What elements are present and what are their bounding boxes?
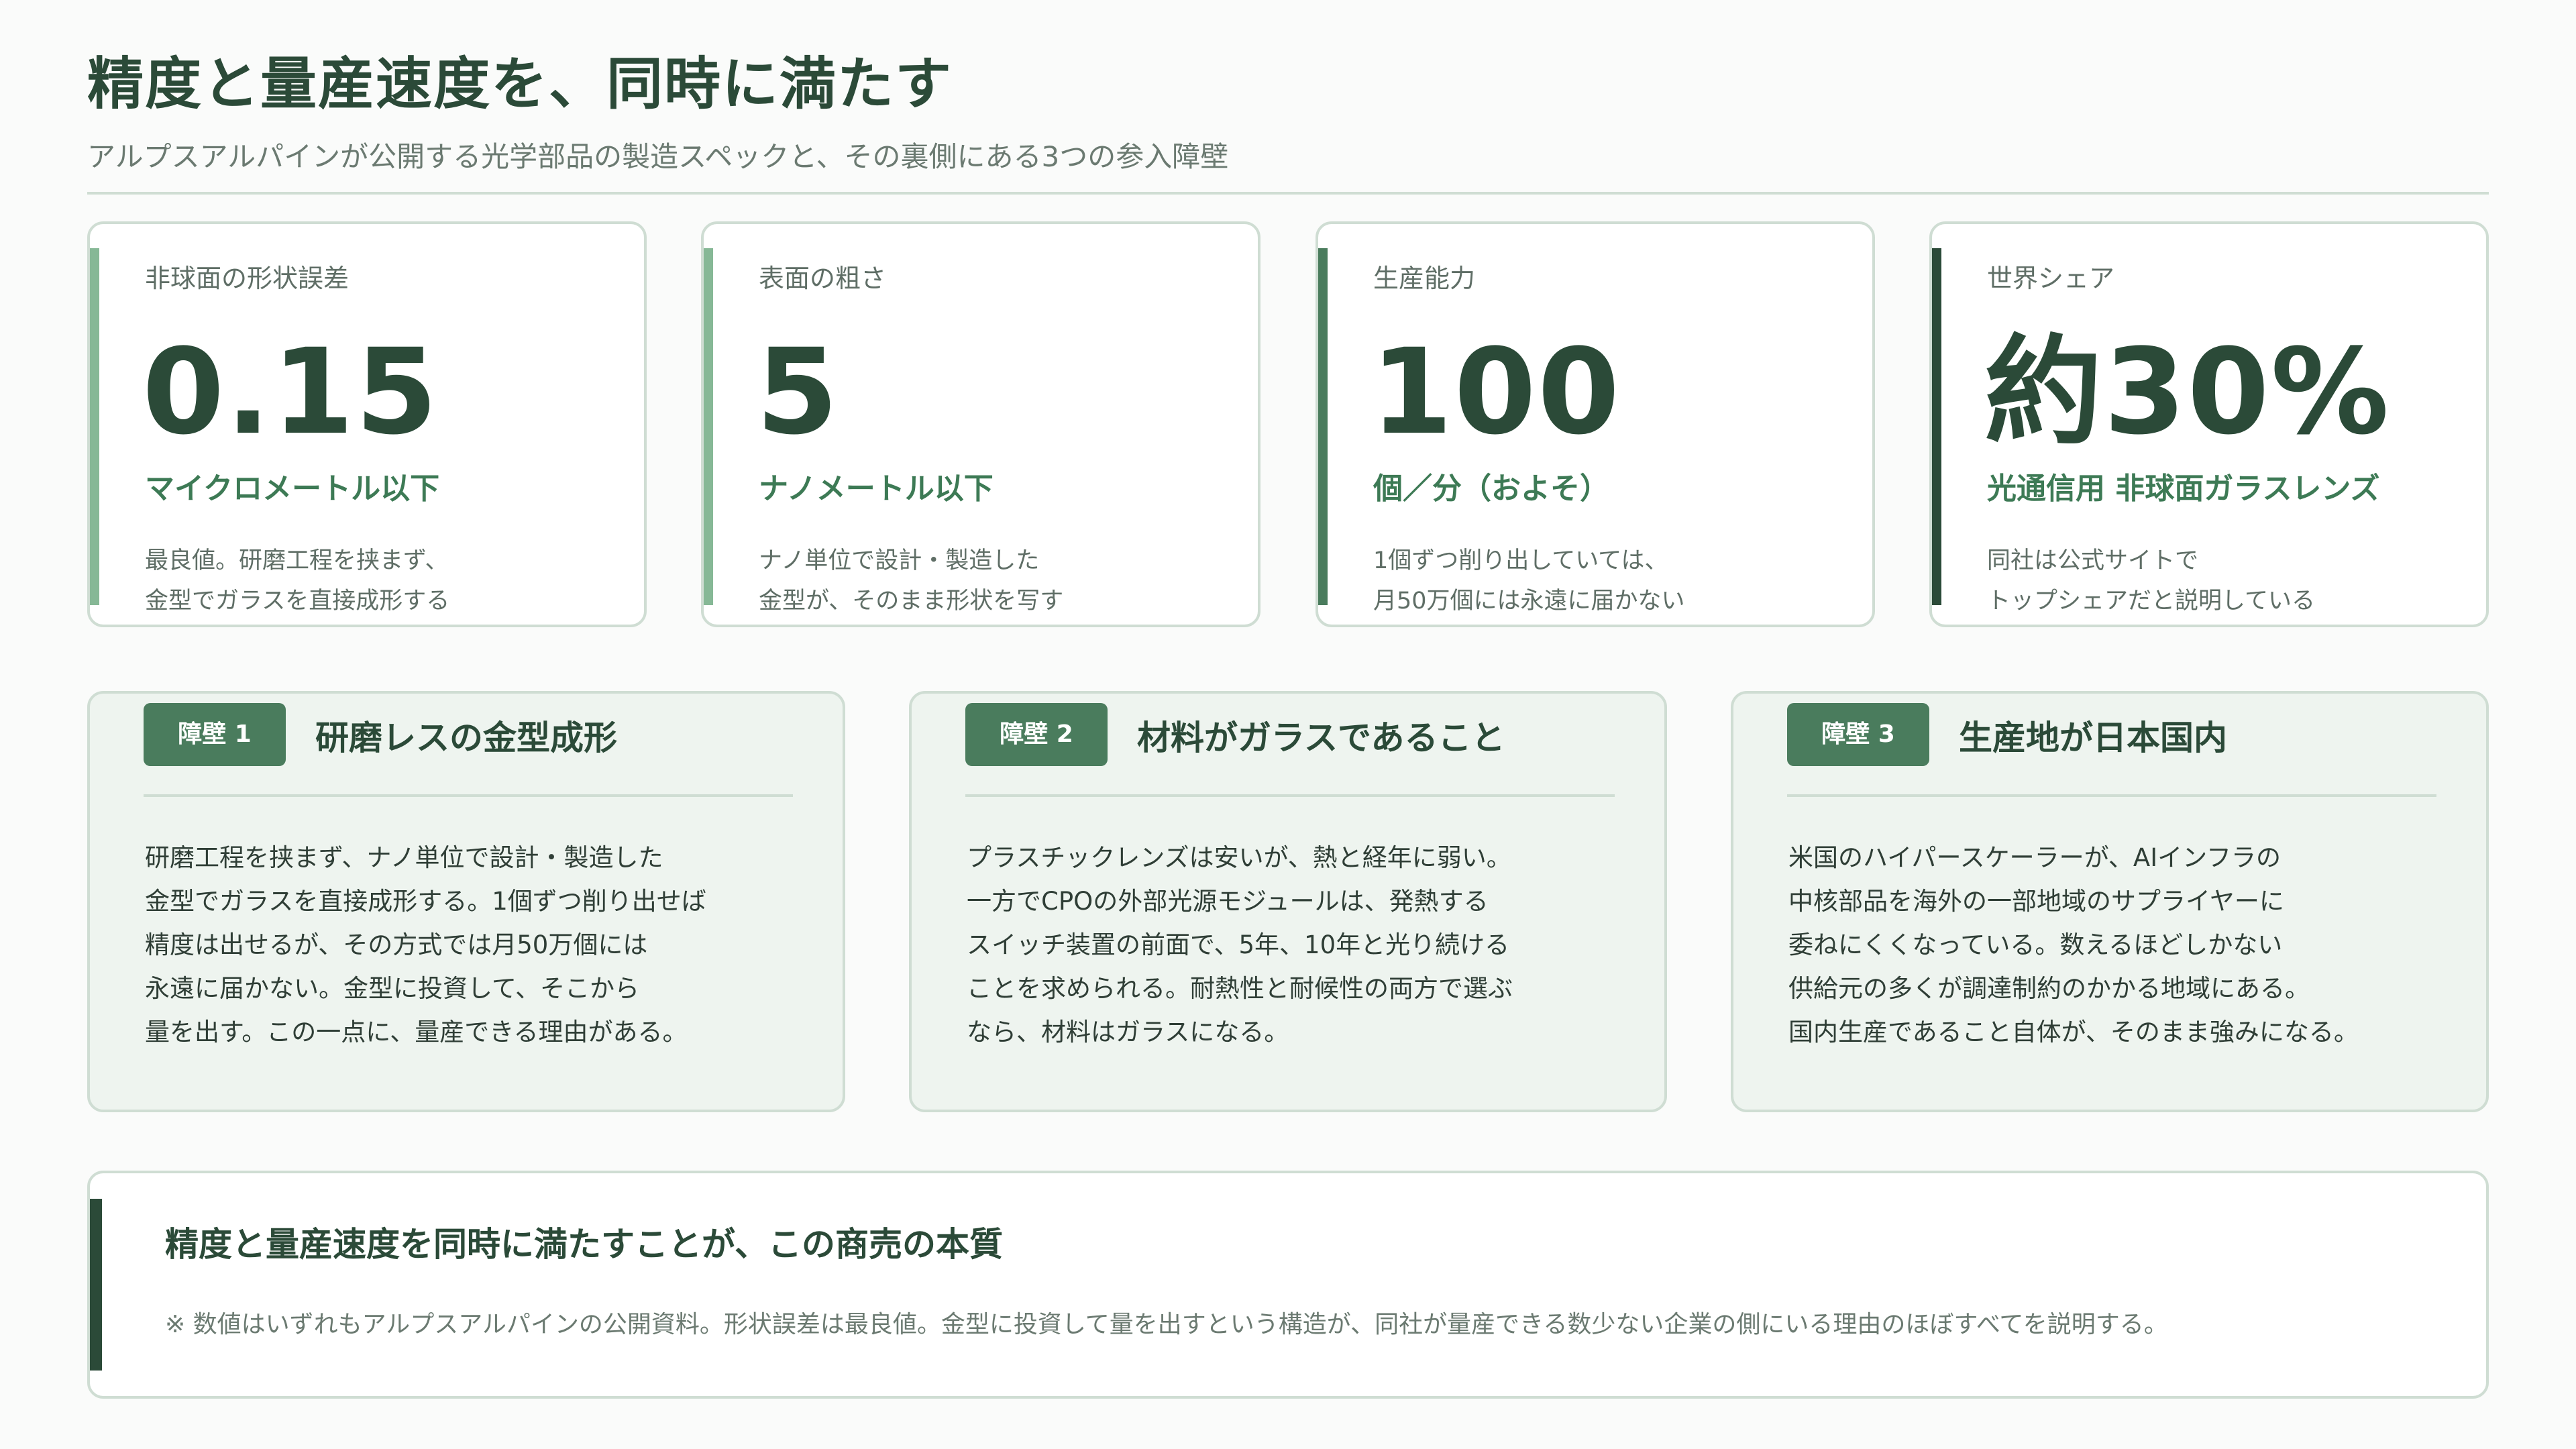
card-accent-bar xyxy=(704,248,713,605)
stat-note: 同社は公式サイトで トップシェアだと説明している xyxy=(1987,541,2315,621)
barrier-divider xyxy=(1787,794,2436,797)
barrier-body: プラスチックレンズは安いが、熱と経年に弱い。 一方でCPOの外部光源モジュールは… xyxy=(967,836,1513,1054)
barrier-card-1: 障壁 1 研磨レスの金型成形 研磨工程を挟まず、ナノ単位で設計・製造した 金型で… xyxy=(87,691,845,1112)
barrier-tag: 障壁 3 xyxy=(1787,703,1929,766)
barrier-line: 一方でCPOの外部光源モジュールは、発熱する xyxy=(967,887,1489,916)
barrier-line: 金型でガラスを直接成形する。1個ずつ削り出せば xyxy=(145,887,706,916)
barrier-line: 量を出す。この一点に、量産できる理由がある。 xyxy=(145,1018,688,1046)
barrier-card-2: 障壁 2 材料がガラスであること プラスチックレンズは安いが、熱と経年に弱い。 … xyxy=(909,691,1667,1112)
stat-label: 世界シェア xyxy=(1987,264,2115,293)
stat-note-line: 金型でガラスを直接成形する xyxy=(145,588,450,614)
summary-accent-bar xyxy=(90,1199,102,1371)
stat-note: ナノ単位で設計・製造した 金型が、そのまま形状を写す xyxy=(759,541,1063,621)
summary-box: 精度と量産速度を同時に満たすことが、この商売の本質 ※ 数値はいずれもアルプスア… xyxy=(87,1171,2489,1399)
barrier-divider xyxy=(144,794,793,797)
summary-title: 精度と量産速度を同時に満たすことが、この商売の本質 xyxy=(165,1225,1003,1264)
barrier-line: 精度は出せるが、その方式では月50万個には xyxy=(145,930,648,959)
barrier-title: 研磨レスの金型成形 xyxy=(315,718,617,757)
stat-note-line: ナノ単位で設計・製造した xyxy=(759,547,1040,574)
page-title: 精度と量産速度を、同時に満たす xyxy=(87,51,953,117)
stat-value: 0.15 xyxy=(142,323,439,461)
header-divider xyxy=(87,192,2489,195)
card-accent-bar xyxy=(90,248,99,605)
barrier-line: 供給元の多くが調達制約のかかる地域にある。 xyxy=(1788,974,2310,1003)
stat-value: 5 xyxy=(756,323,840,461)
stat-label: 生産能力 xyxy=(1373,264,1476,293)
card-accent-bar xyxy=(1932,248,1941,605)
stat-note-line: 1個ずつ削り出していては、 xyxy=(1373,547,1668,574)
stat-note: 最良値。研磨工程を挟まず、 金型でガラスを直接成形する xyxy=(145,541,449,621)
barrier-divider xyxy=(965,794,1615,797)
stat-note-line: 月50万個には永遠に届かない xyxy=(1373,588,1685,614)
barrier-line: プラスチックレンズは安いが、熱と経年に弱い。 xyxy=(967,843,1511,872)
barrier-body: 研磨工程を挟まず、ナノ単位で設計・製造した 金型でガラスを直接成形する。1個ずつ… xyxy=(145,836,706,1054)
stat-card-world-share: 世界シェア 約30% 光通信用 非球面ガラスレンズ 同社は公式サイトで トップシ… xyxy=(1929,221,2489,627)
barrier-line: スイッチ装置の前面で、5年、10年と光り続ける xyxy=(967,930,1510,959)
barrier-tag: 障壁 2 xyxy=(965,703,1108,766)
barrier-title: 生産地が日本国内 xyxy=(1959,718,2227,757)
barrier-line: 米国のハイパースケーラーが、AIインフラの xyxy=(1788,843,2282,872)
stat-note-line: トップシェアだと説明している xyxy=(1987,588,2315,614)
stat-card-surface-roughness: 表面の粗さ 5 ナノメートル以下 ナノ単位で設計・製造した 金型が、そのまま形状… xyxy=(701,221,1260,627)
barrier-line: ことを求められる。耐熱性と耐候性の両方で選ぶ xyxy=(967,974,1513,1003)
barrier-tag: 障壁 1 xyxy=(144,703,286,766)
stat-unit: 光通信用 非球面ガラスレンズ xyxy=(1987,472,2380,506)
stat-note-line: 最良値。研磨工程を挟まず、 xyxy=(145,547,449,574)
barrier-line: 委ねにくくなっている。数えるほどしかない xyxy=(1788,930,2283,959)
stat-unit: ナノメートル以下 xyxy=(759,472,994,506)
barrier-line: 永遠に届かない。金型に投資して、そこから xyxy=(145,974,640,1003)
stat-label: 非球面の形状誤差 xyxy=(145,264,350,293)
stat-note: 1個ずつ削り出していては、 月50万個には永遠に届かない xyxy=(1373,541,1685,621)
barrier-line: なら、材料はガラスになる。 xyxy=(967,1018,1289,1046)
barrier-line: 国内生産であること自体が、そのまま強みになる。 xyxy=(1788,1018,2359,1046)
stat-unit: マイクロメートル以下 xyxy=(145,472,440,506)
barrier-body: 米国のハイパースケーラーが、AIインフラの 中核部品を海外の一部地域のサプライヤ… xyxy=(1788,836,2359,1054)
stat-label: 表面の粗さ xyxy=(759,264,887,293)
stat-unit: 個／分（およそ） xyxy=(1373,472,1609,506)
barrier-card-3: 障壁 3 生産地が日本国内 米国のハイパースケーラーが、AIインフラの 中核部品… xyxy=(1731,691,2489,1112)
barrier-line: 研磨工程を挟まず、ナノ単位で設計・製造した xyxy=(145,843,663,872)
summary-footnote: ※ 数値はいずれもアルプスアルパインの公開資料。形状誤差は最良値。金型に投資して… xyxy=(165,1311,2168,1338)
card-accent-bar xyxy=(1318,248,1328,605)
stat-note-line: 金型が、そのまま形状を写す xyxy=(759,588,1064,614)
page-subtitle: アルプスアルパインが公開する光学部品の製造スペックと、その裏側にある3つの参入障… xyxy=(87,140,1229,173)
stat-value: 約30% xyxy=(1984,323,2391,461)
barrier-line: 中核部品を海外の一部地域のサプライヤーに xyxy=(1788,887,2284,916)
stat-note-line: 同社は公式サイトで xyxy=(1987,547,2199,574)
stat-card-production-capacity: 生産能力 100 個／分（およそ） 1個ずつ削り出していては、 月50万個には永… xyxy=(1316,221,1875,627)
stat-cards: 非球面の形状誤差 0.15 マイクロメートル以下 最良値。研磨工程を挟まず、 金… xyxy=(87,221,2489,627)
stat-card-form-error: 非球面の形状誤差 0.15 マイクロメートル以下 最良値。研磨工程を挟まず、 金… xyxy=(87,221,647,627)
stat-value: 100 xyxy=(1371,323,1621,461)
slide: 精度と量産速度を、同時に満たす アルプスアルパインが公開する光学部品の製造スペッ… xyxy=(87,0,2489,1449)
barrier-title: 材料がガラスであること xyxy=(1137,718,1505,757)
